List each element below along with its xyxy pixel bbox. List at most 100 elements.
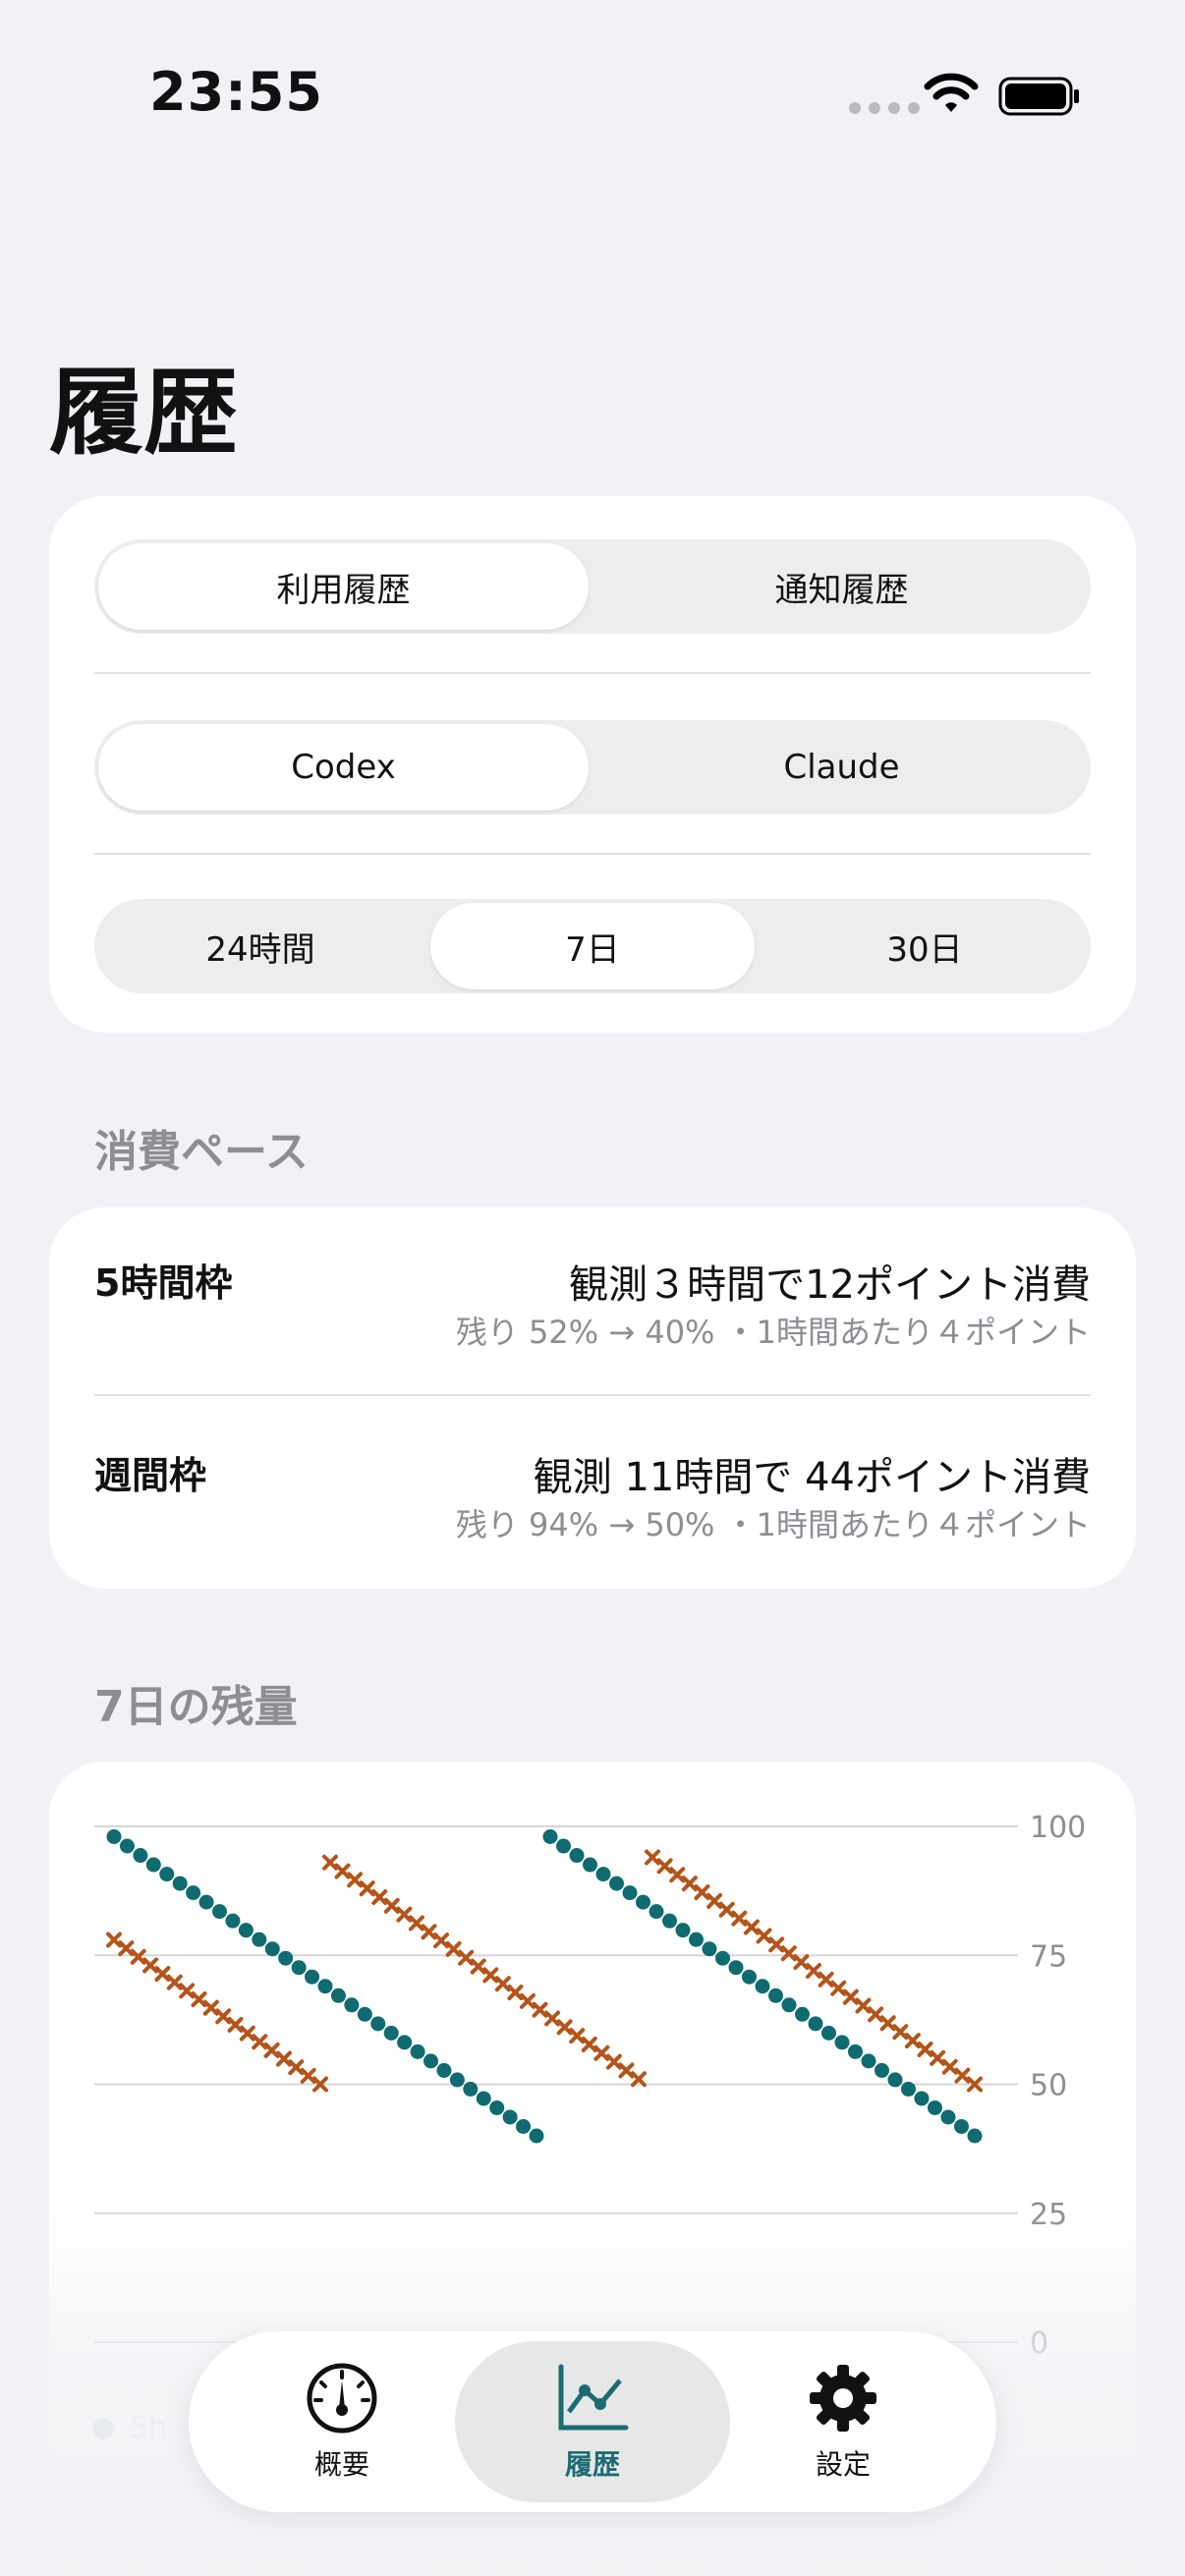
point-1w [544,2010,561,2027]
point-1w [482,1967,499,1984]
point-5h [476,2091,491,2106]
tab-claude[interactable]: Claude [596,724,1087,811]
point-5h [795,2006,810,2022]
point-5h [848,2044,863,2059]
point-5h [702,1941,717,1957]
chart-section-title: 7日の残量 [94,1682,298,1732]
point-1w [445,1940,462,1957]
point-5h [768,1988,783,2003]
point-1w [263,2042,280,2058]
point-1w [322,1854,338,1871]
point-5h [133,1848,148,1864]
point-1w [930,2049,946,2066]
point-1w [718,1901,735,1918]
point-1w [731,1910,748,1927]
point-1w [215,2008,232,2025]
point-5h [383,2025,399,2041]
point-5h [887,2072,903,2088]
point-5h [119,1838,135,1854]
tab-range-30d[interactable]: 30日 [762,903,1087,989]
tab-history-label: 履歴 [564,2448,620,2481]
point-5h [675,1923,691,1938]
point-1w [892,2024,909,2041]
tab-settings-label: 設定 [815,2448,871,2481]
y-tick-label: 100 [1030,1811,1086,1845]
point-5h [291,1960,307,1976]
point-1w [142,1957,159,1974]
point-1w [421,1924,437,1940]
tab-usage-history[interactable]: 利用履歴 [98,543,589,630]
point-5h [609,1876,624,1891]
point-1w [904,2033,921,2049]
point-5h [212,1904,227,1920]
point-1w [154,1966,171,1983]
point-1w [768,1936,785,1953]
point-5h [689,1932,704,1947]
point-5h [556,1838,571,1854]
point-1w [239,2025,255,2042]
point-1w [288,2059,305,2076]
point-1w [179,1983,196,1999]
point-1w [130,1948,146,1965]
point-5h [159,1867,175,1882]
point-1w [954,2067,971,2084]
divider [94,1394,1091,1396]
point-1w [396,1906,413,1923]
cellular-signal-icon [849,102,920,114]
range-segmented-control: 24時間 7日 30日 [94,899,1091,993]
point-1w [842,1988,859,2005]
point-5h [463,2081,479,2097]
tab-range-7d[interactable]: 7日 [430,903,755,989]
point-1w [275,2050,292,2067]
point-5h [317,1979,333,1994]
point-5h [370,2016,386,2032]
point-5h [821,2025,836,2041]
point-1w [532,2001,548,2018]
pace-section-title: 消費ペース [94,1127,309,1177]
point-1w [300,2067,316,2084]
point-5h [238,1923,254,1938]
pace-row-5h: 5時間枠 観測３時間で12ポイント消費 残り 52% → 40% ・1時間あたり… [94,1253,1091,1361]
point-1w [879,2015,896,2032]
tab-history[interactable]: 履歴 [455,2341,730,2502]
pace-row-summary: 観測 11時間で 44ポイント消費 [533,1455,1091,1500]
point-1w [669,1867,686,1883]
point-5h [742,1969,757,1985]
divider [94,672,1091,674]
tab-codex[interactable]: Codex [98,724,589,811]
point-5h [861,2053,876,2069]
y-tick-label: 75 [1030,1939,1067,1974]
y-tick-label: 50 [1030,2069,1067,2103]
point-5h [928,2100,942,2115]
point-1w [593,2044,610,2061]
tab-notification-history[interactable]: 通知履歴 [596,543,1087,630]
point-5h [901,2081,916,2097]
point-5h [397,2035,413,2050]
point-1w [780,1945,797,1962]
tab-overview[interactable]: 概要 [204,2341,480,2502]
point-5h [225,1913,241,1929]
divider [94,853,1091,855]
pace-row-name: 週間枠 [94,1454,207,1497]
point-1w [656,1858,673,1875]
point-5h [264,1941,280,1957]
point-5h [662,1913,677,1929]
point-5h [145,1857,161,1873]
history-type-segmented-control: 利用履歴 通知履歴 [94,539,1091,634]
point-1w [694,1884,710,1901]
point-5h [410,2044,425,2059]
point-1w [581,2036,597,2052]
pace-row-detail: 残り 94% → 50% ・1時間あたり４ポイント [455,1506,1091,1543]
point-5h [252,1932,267,1947]
point-5h [106,1829,122,1844]
point-1w [166,1974,183,1990]
gauge-icon [307,2363,377,2434]
point-5h [649,1904,664,1920]
point-1w [917,2041,933,2057]
tab-bar: 概要 履歴 設定 [189,2331,996,2512]
point-1w [743,1919,760,1935]
tab-range-24h[interactable]: 24時間 [98,903,423,989]
point-5h [436,2062,452,2078]
point-5h [755,1979,770,1994]
tab-settings[interactable]: 設定 [705,2341,981,2502]
